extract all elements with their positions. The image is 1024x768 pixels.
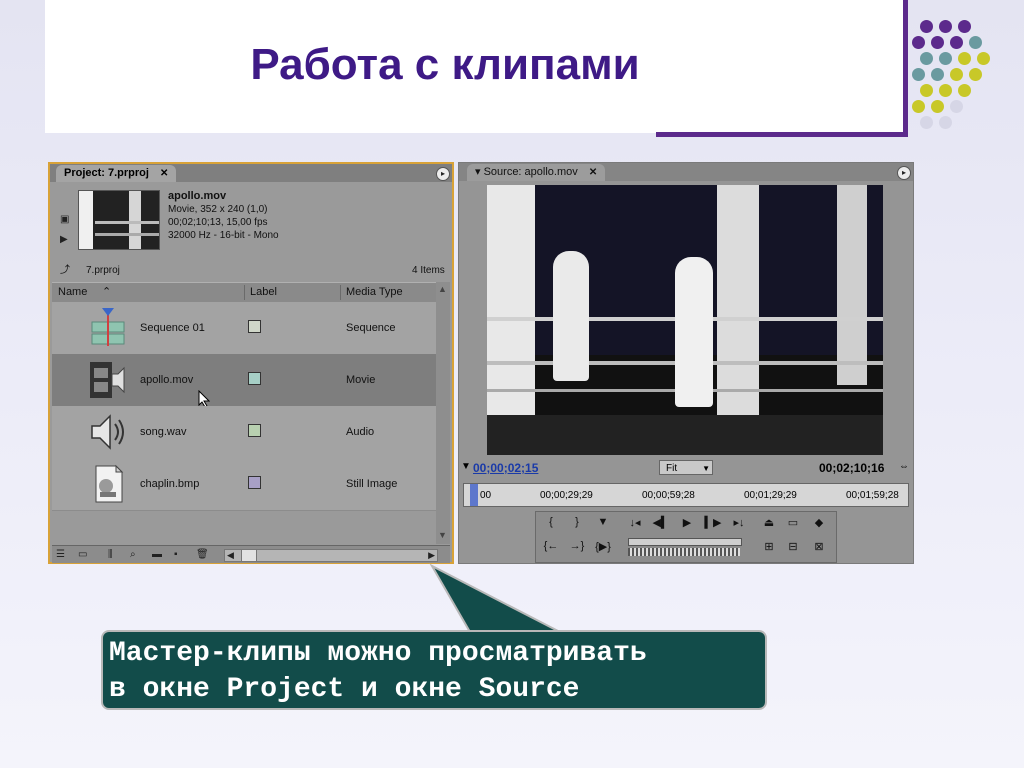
callout-box: Мастер-клипы можно просматривать в окне … — [101, 630, 767, 710]
callout-line-2: в окне Project и окне Source — [109, 674, 580, 705]
callout-line-1: Мастер-клипы можно просматривать — [109, 638, 647, 669]
